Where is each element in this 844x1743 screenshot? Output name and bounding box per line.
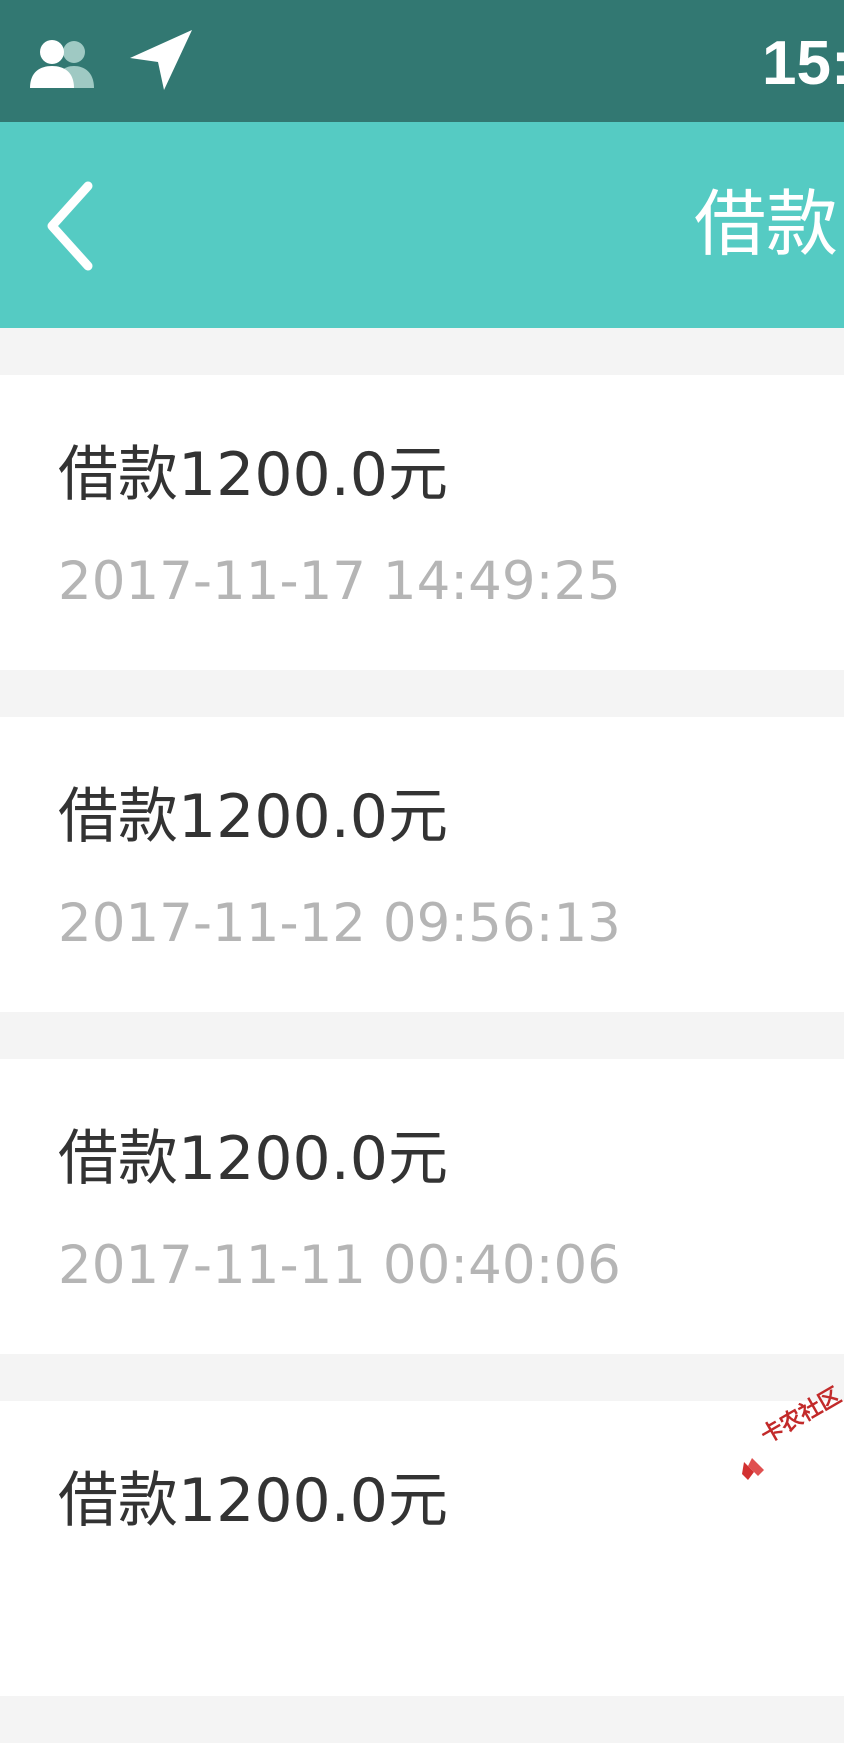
loan-amount: 借款1200.0元 <box>58 1124 448 1194</box>
loan-amount: 借款1200.0元 <box>58 1466 448 1536</box>
chevron-left-icon <box>30 172 120 282</box>
loan-time: 2017-11-11 00:40:06 <box>58 1235 621 1296</box>
loan-time: 2017-11-12 09:56:13 <box>58 893 621 954</box>
list-item[interactable]: 借款1200.0元 2017-11-17 14:49:25 <box>0 375 844 670</box>
loan-time: 2017-11-17 14:49:25 <box>58 551 621 612</box>
location-arrow-icon <box>126 26 196 94</box>
loan-amount: 借款1200.0元 <box>58 440 448 510</box>
nav-bar: 借款 <box>0 122 844 328</box>
back-button[interactable] <box>30 172 120 282</box>
people-icon <box>28 38 100 90</box>
page-title: 借款 <box>694 182 839 266</box>
loan-amount: 借款1200.0元 <box>58 782 448 852</box>
watermark-logo: 卡农社区 <box>740 1383 844 1490</box>
list-item[interactable]: 借款1200.0元 2017-11-11 00:40:06 <box>0 1059 844 1354</box>
status-bar: 15: <box>0 0 844 122</box>
list-item[interactable]: 借款1200.0元 <box>0 1401 844 1696</box>
list-item[interactable]: 借款1200.0元 2017-11-12 09:56:13 <box>0 717 844 1012</box>
status-time: 15: <box>762 29 844 98</box>
loan-record-list: 借款1200.0元 2017-11-17 14:49:25 借款1200.0元 … <box>0 375 844 1743</box>
